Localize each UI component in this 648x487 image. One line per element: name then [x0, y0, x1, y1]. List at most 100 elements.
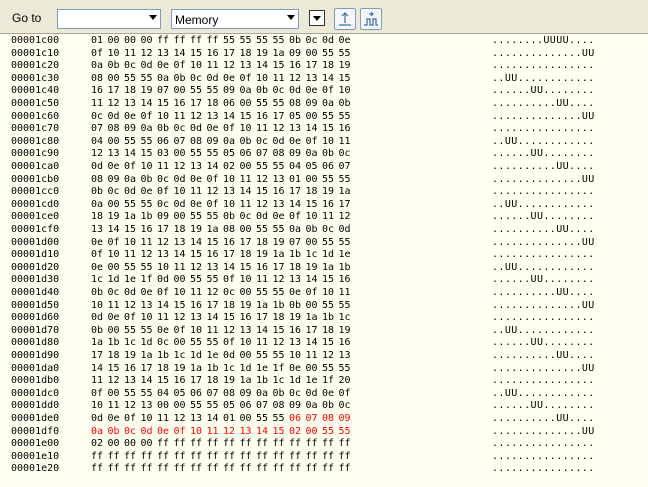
dump-byte[interactable]: 15 [190, 249, 207, 262]
dump-byte[interactable]: 0d [91, 312, 108, 325]
dump-byte[interactable]: 09 [306, 98, 323, 111]
dump-row[interactable]: 00001cc0 0b 0c 0d 0e 0f 10 11 12 13 14 15 16 17 18 19 1a… [0, 186, 648, 199]
dump-byte[interactable]: 14 [124, 148, 141, 161]
dump-byte[interactable]: 55 [190, 211, 207, 224]
dump-byte[interactable]: 19 [223, 375, 240, 388]
dump-byte[interactable]: 0b [108, 60, 125, 73]
dump-byte[interactable]: 12 [223, 325, 240, 338]
dump-byte[interactable]: 17 [207, 300, 224, 313]
dump-byte[interactable]: 0b [322, 148, 339, 161]
dump-byte[interactable]: ff [174, 35, 191, 48]
dump-byte[interactable]: 55 [124, 388, 141, 401]
dump-byte[interactable]: 08 [223, 224, 240, 237]
dump-byte[interactable]: 14 [223, 111, 240, 124]
dump-byte[interactable]: 0c [108, 287, 125, 300]
dump-row[interactable]: 00001c40 16 17 18 19 07 00 55 55 09 0a 0b 0c 0d 0e 0f 10… [0, 85, 648, 98]
dump-byte[interactable]: 13 [223, 186, 240, 199]
dump-byte[interactable]: 19 [256, 249, 273, 262]
dump-byte[interactable]: 0f [174, 325, 191, 338]
dump-byte[interactable]: ff [207, 438, 224, 451]
dump-byte[interactable]: 10 [322, 287, 339, 300]
dump-byte[interactable]: 14 [207, 413, 224, 426]
dump-byte[interactable]: 07 [339, 161, 356, 174]
dump-byte[interactable]: 00 [108, 199, 125, 212]
dump-byte[interactable]: 0c [240, 211, 257, 224]
dump-byte[interactable]: 11 [157, 312, 174, 325]
dump-byte[interactable]: 0f [223, 274, 240, 287]
dump-byte[interactable]: 55 [256, 287, 273, 300]
dump-byte[interactable]: 12 [289, 73, 306, 86]
dump-byte[interactable]: 0e [289, 287, 306, 300]
dump-byte[interactable]: 12 [174, 413, 191, 426]
dump-byte[interactable]: 08 [223, 388, 240, 401]
dump-byte[interactable]: 13 [207, 262, 224, 275]
dump-byte[interactable]: 11 [141, 237, 158, 250]
dump-byte[interactable]: 0b [306, 224, 323, 237]
dump-byte[interactable]: 0f [108, 237, 125, 250]
dump-byte[interactable]: 55 [339, 237, 356, 250]
dump-byte[interactable]: 16 [289, 325, 306, 338]
dump-byte[interactable]: 17 [273, 262, 290, 275]
dump-byte[interactable]: 13 [273, 199, 290, 212]
dump-byte[interactable]: 1c [273, 375, 290, 388]
dump-byte[interactable]: 10 [289, 350, 306, 363]
dump-byte[interactable]: 55 [223, 35, 240, 48]
dump-byte[interactable]: 16 [174, 98, 191, 111]
dump-byte[interactable]: 55 [322, 300, 339, 313]
dump-byte[interactable]: 55 [190, 85, 207, 98]
dump-byte[interactable]: 15 [240, 262, 257, 275]
dump-byte[interactable]: 0b [289, 35, 306, 48]
dump-byte[interactable]: 08 [273, 400, 290, 413]
dump-byte[interactable]: 10 [141, 413, 158, 426]
dump-byte[interactable]: 16 [256, 111, 273, 124]
dump-byte[interactable]: 0a [306, 148, 323, 161]
dump-byte[interactable]: 0c [223, 287, 240, 300]
dump-byte[interactable]: 1d [322, 249, 339, 262]
dump-byte[interactable]: ff [174, 451, 191, 464]
dump-byte[interactable]: 07 [256, 148, 273, 161]
dump-byte[interactable]: 17 [223, 249, 240, 262]
dump-byte[interactable]: 1c [124, 337, 141, 350]
dump-row[interactable]: 00001c60 0c 0d 0e 0f 10 11 12 13 14 15 16 17 05 00 55 55… [0, 111, 648, 124]
dump-byte[interactable]: 12 [124, 300, 141, 313]
dump-byte[interactable]: 05 [174, 388, 191, 401]
dump-byte[interactable]: ff [207, 451, 224, 464]
dump-byte[interactable]: 55 [273, 35, 290, 48]
dump-byte[interactable]: ff [322, 463, 339, 476]
dump-byte[interactable]: 18 [157, 363, 174, 376]
dump-byte[interactable]: 0a [141, 123, 158, 136]
chevron-down-icon[interactable] [287, 15, 295, 20]
dump-byte[interactable]: 11 [190, 287, 207, 300]
dump-byte[interactable]: ff [306, 438, 323, 451]
dump-byte[interactable]: 10 [240, 337, 257, 350]
dump-byte[interactable]: 12 [141, 249, 158, 262]
dump-byte[interactable]: 14 [207, 312, 224, 325]
dump-byte[interactable]: 13 [207, 111, 224, 124]
dump-byte[interactable]: ff [141, 451, 158, 464]
dump-byte[interactable]: 12 [190, 262, 207, 275]
dump-byte[interactable]: 1c [223, 363, 240, 376]
dump-byte[interactable]: 06 [289, 413, 306, 426]
dump-byte[interactable]: ff [91, 463, 108, 476]
dump-byte[interactable]: 13 [289, 337, 306, 350]
dump-byte[interactable]: 13 [91, 224, 108, 237]
dump-byte[interactable]: 00 [108, 438, 125, 451]
dump-byte[interactable]: 10 [190, 325, 207, 338]
dump-byte[interactable]: ff [339, 438, 356, 451]
dump-byte[interactable]: 18 [322, 60, 339, 73]
dump-byte[interactable]: ff [322, 438, 339, 451]
dump-byte[interactable]: 00 [306, 363, 323, 376]
dump-byte[interactable]: 55 [124, 325, 141, 338]
dump-byte[interactable]: 17 [240, 237, 257, 250]
dump-byte[interactable]: 1c [339, 312, 356, 325]
dump-byte[interactable]: ff [157, 438, 174, 451]
dump-byte[interactable]: 11 [91, 375, 108, 388]
dump-byte[interactable]: 11 [124, 249, 141, 262]
dump-byte[interactable]: 00 [108, 325, 125, 338]
dump-byte[interactable]: 12 [256, 174, 273, 187]
dump-byte[interactable]: ff [240, 438, 257, 451]
dump-byte[interactable]: 1e [306, 375, 323, 388]
dump-byte[interactable]: 09 [339, 413, 356, 426]
dump-byte[interactable]: 17 [91, 350, 108, 363]
dump-byte[interactable]: 18 [108, 350, 125, 363]
